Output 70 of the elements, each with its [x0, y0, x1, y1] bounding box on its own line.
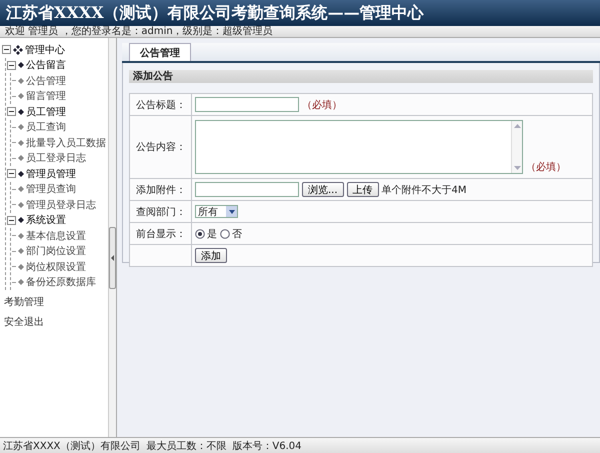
diamond-icon: [18, 124, 24, 130]
status-text: 版本号：V6.04: [232, 440, 302, 452]
tree-item[interactable]: 管理员登录日志: [26, 198, 96, 212]
sidebar-link[interactable]: 安全退出: [2, 316, 108, 330]
upload-button[interactable]: 上传: [346, 182, 379, 197]
collapse-icon[interactable]: [7, 60, 16, 70]
splitter-handle[interactable]: [109, 226, 116, 288]
diamond-icon: [18, 232, 24, 239]
tab[interactable]: 公告管理: [129, 43, 191, 61]
tree-item[interactable]: 管理员查询: [26, 182, 76, 196]
tree-item[interactable]: 员工登录日志: [26, 151, 86, 166]
diamond-icon: [18, 217, 24, 224]
tree-item[interactable]: 岗位权限设置: [26, 260, 86, 274]
radio-label: 是: [207, 228, 217, 240]
field-label: 公告内容：: [136, 142, 186, 153]
diamond-cluster-icon: [13, 44, 23, 55]
tree-item[interactable]: 员工管理: [26, 104, 66, 119]
field-label: 前台显示：: [136, 228, 186, 240]
diamond-icon: [18, 155, 24, 162]
diamond-icon: [18, 78, 24, 84]
tree-item[interactable]: 批量导入员工数据: [26, 136, 106, 150]
status-text: 江苏省XXXX（测试）有限公司: [3, 440, 140, 452]
diamond-icon: [18, 170, 24, 177]
required-note: （必填）: [526, 160, 566, 174]
collapse-icon[interactable]: [7, 169, 16, 178]
diamond-icon: [18, 140, 24, 146]
scroll-down-icon: [514, 165, 520, 171]
diamond-icon: [18, 248, 24, 254]
tree-item[interactable]: 管理中心: [25, 42, 65, 57]
radio-button[interactable]: [220, 228, 230, 238]
welcome-text: 欢迎 管理员 ，您的登录名是：admin，级别是：超级管理员: [0, 26, 600, 38]
hint-text: 单个附件不大于4M: [382, 184, 467, 196]
tree-item[interactable]: 基本信息设置: [26, 228, 86, 243]
status-text: 最大员工数：不限: [146, 440, 226, 452]
diamond-icon: [18, 202, 24, 208]
field-label: 公告标题：: [136, 100, 186, 110]
caret-icon: [228, 210, 234, 214]
sidebar-link[interactable]: 考勤管理: [2, 296, 108, 310]
tree-item[interactable]: 员工查询: [26, 120, 66, 134]
window-title: 江苏省XXXX（测试）有限公司考勤查询系统——管理中心: [0, 0, 600, 26]
add-button[interactable]: 添加: [195, 248, 227, 263]
department-select[interactable]: 所有: [195, 205, 238, 218]
required-note: （必填）: [302, 98, 342, 112]
collapse-icon[interactable]: [2, 45, 11, 54]
browse-button[interactable]: 浏览...: [302, 182, 344, 197]
input-field[interactable]: [195, 97, 299, 112]
collapse-arrow-icon: [111, 254, 114, 260]
diamond-icon: [18, 62, 24, 68]
file-field[interactable]: [195, 182, 299, 197]
collapse-icon[interactable]: [7, 107, 16, 116]
diamond-icon: [18, 186, 24, 192]
scroll-up-icon: [514, 123, 520, 129]
tree-item[interactable]: 留言管理: [26, 89, 66, 104]
field-label: 添加附件：: [136, 184, 186, 196]
collapse-icon[interactable]: [7, 216, 16, 225]
diamond-icon: [18, 108, 24, 115]
tree-item[interactable]: 备份还原数据库: [26, 275, 96, 290]
tree-item[interactable]: 公告留言: [26, 58, 66, 72]
tree-item[interactable]: 管理员管理: [26, 166, 76, 181]
diamond-icon: [18, 93, 24, 100]
text-area[interactable]: [195, 120, 523, 174]
tree-item[interactable]: 系统设置: [26, 213, 66, 228]
diamond-icon: [18, 264, 24, 270]
radio-button[interactable]: [195, 228, 205, 238]
diamond-icon: [18, 279, 24, 286]
tree-item[interactable]: 公告管理: [26, 74, 66, 88]
radio-label: 否: [232, 228, 242, 240]
tree-item[interactable]: 部门岗位设置: [26, 244, 86, 258]
section-header: 添加公告: [129, 70, 593, 83]
field-label: 查阅部门：: [136, 206, 186, 218]
